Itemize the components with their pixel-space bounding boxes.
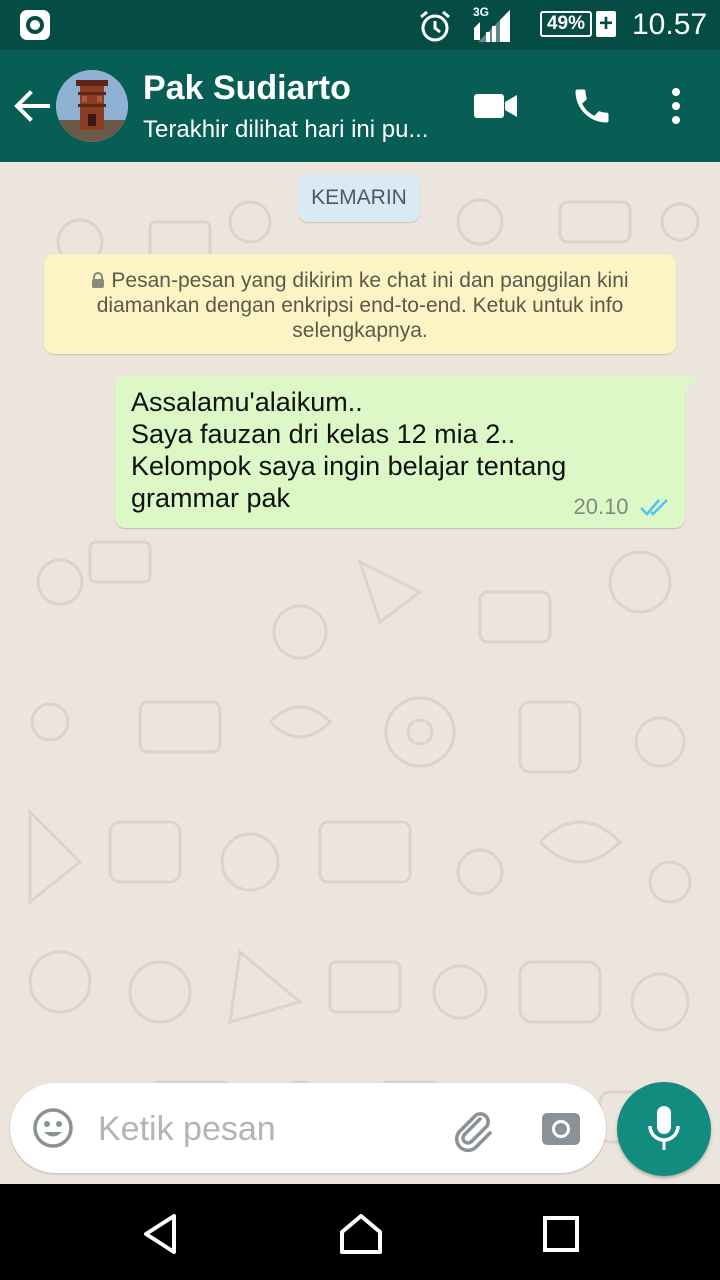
camera-icon[interactable]	[540, 1109, 582, 1147]
nav-back-icon[interactable]	[140, 1212, 180, 1256]
more-vert-icon[interactable]	[664, 84, 688, 128]
message-line: Kelompok saya ingin belajar tentang	[131, 451, 567, 481]
last-seen-status[interactable]: Terakhir dilihat hari ini pu...	[143, 116, 428, 144]
phone-icon[interactable]	[570, 84, 614, 128]
signal-icon	[474, 10, 510, 42]
mic-button[interactable]	[617, 1082, 711, 1176]
system-nav-bar	[0, 1184, 720, 1280]
encryption-notice[interactable]: Pesan-pesan yang dikirim ke chat ini dan…	[44, 254, 676, 354]
encryption-notice-text: Pesan-pesan yang dikirim ke chat ini dan…	[96, 269, 629, 342]
nav-home-icon[interactable]	[338, 1212, 384, 1256]
alarm-icon	[420, 10, 450, 42]
mic-icon	[648, 1106, 680, 1150]
attach-icon[interactable]	[450, 1107, 496, 1153]
outgoing-message[interactable]: Assalamu'alaikum.. Saya fauzan dri kelas…	[115, 376, 699, 528]
clock: 10.57	[632, 8, 708, 41]
message-line: Saya fauzan dri kelas 12 mia 2..	[131, 419, 516, 449]
lock-icon	[92, 272, 105, 288]
bubble-tail	[683, 376, 699, 394]
message-line: Assalamu'alaikum..	[131, 387, 363, 417]
video-call-icon[interactable]	[472, 90, 520, 122]
back-arrow-icon[interactable]	[12, 86, 52, 126]
emoji-icon[interactable]	[32, 1107, 74, 1149]
message-time: 20.10	[573, 494, 629, 519]
contact-name[interactable]: Pak Sudiarto	[143, 69, 351, 108]
nav-recents-icon[interactable]	[543, 1216, 579, 1252]
chat-header: Pak Sudiarto Terakhir dilihat hari ini p…	[0, 50, 720, 162]
charging-icon: +	[596, 11, 616, 37]
avatar[interactable]	[56, 70, 128, 142]
status-bar: 3G 49% + 10.57	[0, 0, 720, 50]
message-input[interactable]	[96, 1105, 430, 1153]
read-receipt-icon	[640, 499, 668, 516]
battery-icon: 49%	[540, 11, 592, 37]
date-chip: KEMARIN	[298, 174, 420, 222]
screen-recorder-icon	[20, 10, 50, 40]
chat-area[interactable]: KEMARIN Pesan-pesan yang dikirim ke chat…	[0, 162, 720, 1184]
message-composer	[10, 1083, 606, 1173]
message-meta: 20.10	[573, 494, 671, 520]
